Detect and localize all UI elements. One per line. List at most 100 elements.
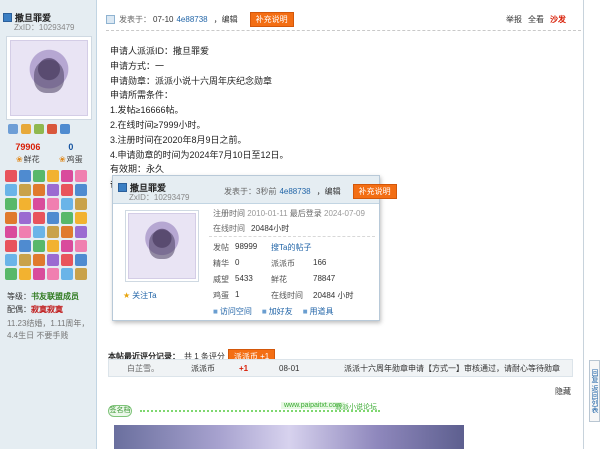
online-value: 20484小时 — [251, 224, 290, 233]
gift-icon[interactable] — [47, 124, 57, 134]
medal-icon[interactable] — [5, 170, 17, 182]
coins-label: 派派币 — [271, 259, 295, 268]
search-posts-link[interactable]: 搜Ta的帖子 — [271, 242, 359, 253]
post-line: 2.在线时间≥7999小时。 — [110, 119, 206, 130]
medal-icon[interactable] — [5, 184, 17, 196]
card-avatar[interactable] — [125, 210, 199, 282]
post-header: 发表于： 07-10 4e88738 ，编辑 补充说明 举报 全看 沙发 — [106, 11, 574, 27]
medal-icon[interactable] — [75, 226, 87, 238]
medal-icon[interactable] — [19, 254, 31, 266]
online-row: 在线时间 20484小时 — [213, 223, 289, 234]
spouse-value[interactable]: 寂寞寂寞 — [31, 305, 63, 314]
medal-icon[interactable] — [5, 212, 17, 224]
medal-icon[interactable] — [47, 268, 59, 280]
avatar-image — [10, 40, 88, 116]
medal-icon[interactable] — [5, 254, 17, 266]
card-edit-link[interactable]: ，编辑 — [317, 186, 341, 197]
medal-icon[interactable] — [33, 170, 45, 182]
card-post-ip: 4e88738 — [279, 187, 311, 196]
post-line: 3.注册时间在2020年8月9日之前。 — [110, 134, 247, 145]
post-line: 申请方式：一 — [110, 60, 165, 71]
spouse-label: 配偶： — [7, 305, 31, 314]
medal-icon[interactable] — [47, 254, 59, 266]
supplement-button[interactable]: 补充说明 — [249, 11, 294, 27]
medal-icon[interactable] — [61, 184, 73, 196]
medal-icon[interactable] — [33, 226, 45, 238]
visit-space-link[interactable]: 访问空间 — [213, 306, 252, 317]
medal-icon[interactable] — [75, 268, 87, 280]
medal-icon[interactable] — [75, 198, 87, 210]
profile-icon[interactable] — [8, 124, 18, 134]
medal-icon[interactable] — [33, 268, 45, 280]
medal-icon[interactable] — [33, 198, 45, 210]
medal-icon[interactable] — [61, 212, 73, 224]
use-item-link[interactable]: 用道具 — [303, 306, 334, 317]
medal-icon[interactable] — [47, 226, 59, 238]
medal-icon[interactable] — [33, 212, 45, 224]
medal-icon[interactable] — [61, 254, 73, 266]
rating-type: 派派币 — [191, 363, 215, 373]
register-row: 注册时间 2010-01-11 最后登录 2024-07-09 — [213, 208, 365, 219]
author-note: 11.23结婚，1.11周年，4.4生日 不要手贱 — [7, 319, 90, 340]
flowers-label: 鲜花 — [271, 275, 287, 284]
card-supplement-button[interactable]: 补充说明 — [352, 184, 397, 199]
view-all-link[interactable]: 全看 — [528, 14, 544, 25]
medal-icon[interactable] — [19, 268, 31, 280]
medal-icon[interactable] — [5, 198, 17, 210]
follow-button[interactable]: 关注Ta — [123, 290, 156, 301]
rating-row: 白芷雪。 派派币 +1 08-01 派派十六周年勋章申请【方式一】审核通过，请耐… — [108, 359, 573, 377]
medal-icon[interactable] — [5, 268, 17, 280]
medal-icon[interactable] — [19, 198, 31, 210]
post-actions: 举报 全看 沙发 — [506, 14, 566, 25]
space-icon[interactable] — [60, 124, 70, 134]
signature-site-name: 派派小说论坛 — [335, 404, 377, 411]
medal-icon[interactable] — [61, 268, 73, 280]
medal-icon[interactable] — [75, 254, 87, 266]
medal-icon[interactable] — [33, 254, 45, 266]
reply-return-tab[interactable]: 回复 返回列表 — [589, 360, 600, 422]
flower-stat: 79906 鲜花 — [15, 142, 40, 165]
author-sidebar: 撒旦罪爱 ZxID：10293479 79906 鲜花 0 鸡蛋 等级：书友联盟… — [0, 0, 97, 449]
medal-icon[interactable] — [33, 240, 45, 252]
medal-icon[interactable] — [75, 170, 87, 182]
medal-icon[interactable] — [61, 170, 73, 182]
medal-icon[interactable] — [33, 184, 45, 196]
medal-icon[interactable] — [47, 170, 59, 182]
level-value[interactable]: 书友联盟成员 — [31, 292, 79, 301]
post-line: 1.发帖≥16666帖。 — [110, 105, 184, 116]
medal-icon[interactable] — [19, 170, 31, 182]
medal-icon[interactable] — [47, 240, 59, 252]
medal-icon[interactable] — [19, 240, 31, 252]
medal-icon[interactable] — [19, 226, 31, 238]
floor-label: 沙发 — [550, 15, 566, 24]
friend-icon[interactable] — [21, 124, 31, 134]
hide-link[interactable]: 隐藏 — [555, 386, 571, 397]
medal-icon[interactable] — [61, 226, 73, 238]
card-stats-grid: 发帖 98999 搜Ta的帖子 精华 0 派派币 166 威望 5433 鲜花 … — [213, 242, 378, 301]
rater-name[interactable]: 白芷雪。 — [127, 363, 159, 374]
medal-icon[interactable] — [19, 184, 31, 196]
signature-badge: 签名档 — [108, 405, 132, 417]
last-login-label: 最后登录 — [289, 209, 322, 218]
rating-reason: 派派十六周年勋章申请【方式一】审核通过，请耐心等待勋章 — [344, 363, 560, 373]
medal-icon[interactable] — [47, 184, 59, 196]
add-friend-link[interactable]: 加好友 — [262, 306, 293, 317]
eggs-label: 鸡蛋 — [213, 291, 229, 300]
medal-icon[interactable] — [5, 240, 17, 252]
medal-icon[interactable] — [19, 212, 31, 224]
medal-icon[interactable] — [61, 198, 73, 210]
medal-icon[interactable] — [5, 226, 17, 238]
posts-value: 98999 — [235, 242, 258, 251]
page-divider — [583, 0, 584, 449]
report-link[interactable]: 举报 — [506, 14, 522, 25]
medal-icon[interactable] — [61, 240, 73, 252]
medal-icon[interactable] — [47, 198, 59, 210]
medal-icon[interactable] — [75, 212, 87, 224]
medal-icon[interactable] — [75, 184, 87, 196]
medal-icon[interactable] — [47, 212, 59, 224]
edit-link[interactable]: ，编辑 — [214, 14, 238, 25]
eggs-value: 1 — [235, 290, 240, 299]
message-icon[interactable] — [34, 124, 44, 134]
medal-icon[interactable] — [75, 240, 87, 252]
author-avatar[interactable] — [6, 36, 92, 120]
